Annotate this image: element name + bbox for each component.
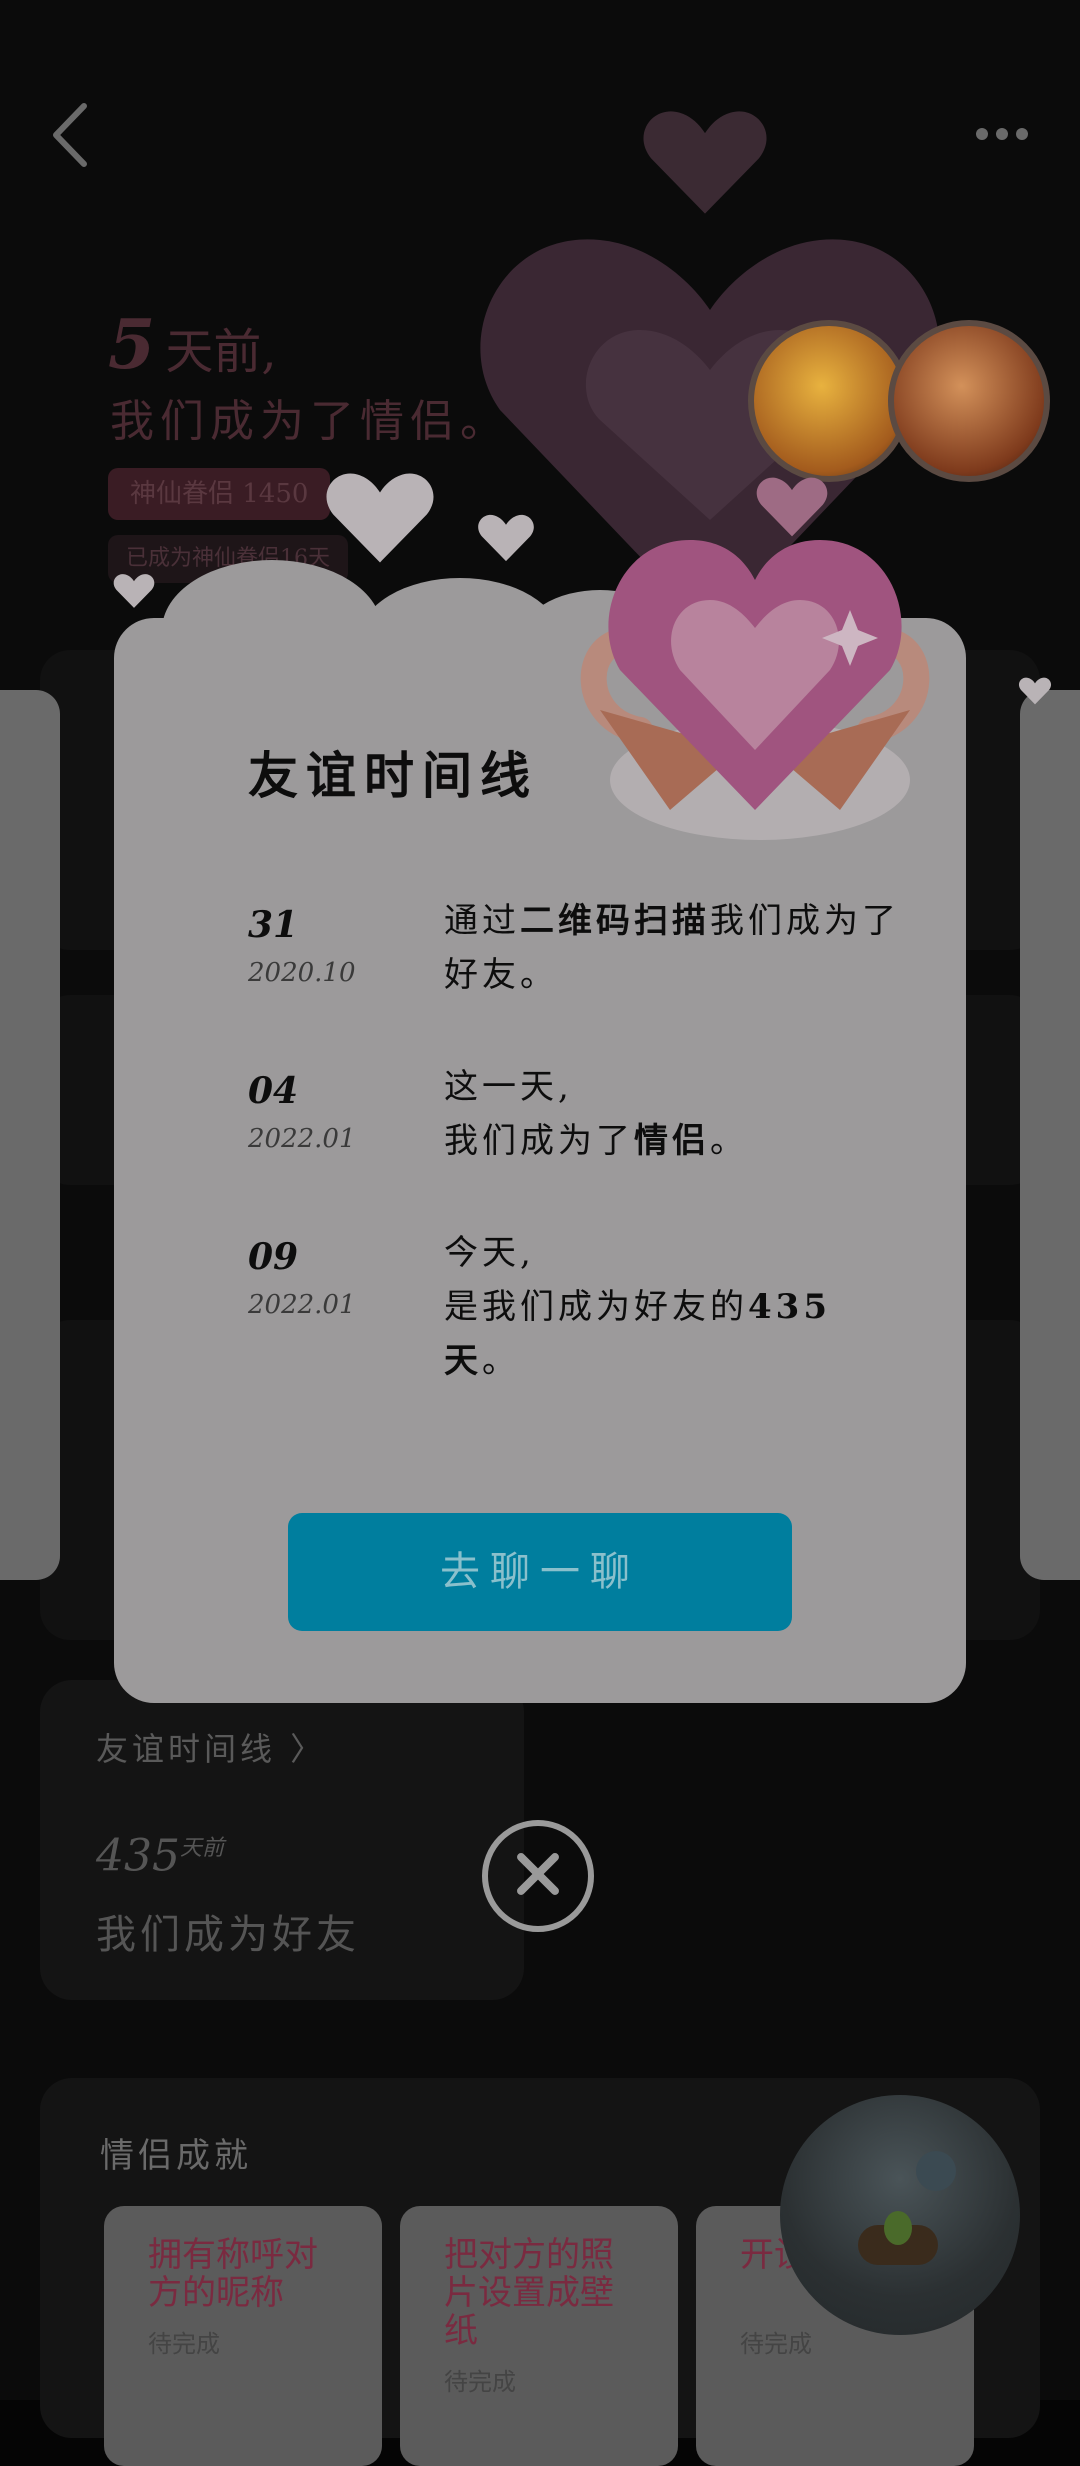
more-dots-icon[interactable] xyxy=(976,120,1040,148)
days-ago-suffix: 天前, xyxy=(165,324,277,380)
timeline-text-part: 今天, 是我们成为好友的 xyxy=(444,1233,748,1327)
side-carousel-card[interactable] xyxy=(0,690,60,1580)
couple-level-badge: 神仙眷侣 1450 xyxy=(108,468,331,520)
timeline-entry: 09 2022.01 今天, 是我们成为好友的435天。 xyxy=(248,1233,908,1381)
achievement-title: 把对方的照片设置成壁纸 xyxy=(444,2235,614,2351)
heart-icon xyxy=(326,473,434,563)
achievement-item[interactable]: 把对方的照片设置成壁纸 待完成 xyxy=(400,2206,678,2466)
friendship-days-suffix: 天前 xyxy=(179,1836,224,1861)
timeline-entry: 04 2022.01 这一天, 我们成为了情侣。 xyxy=(248,1067,908,1180)
timeline-text-part: 这一天, 我们成为了 xyxy=(444,1067,634,1161)
friendship-days-number: 435 xyxy=(96,1830,180,1882)
timeline-text: 通过二维码扫描我们成为了好友。 xyxy=(444,894,904,1002)
friendship-timeline-title[interactable]: 友谊时间线 〉 xyxy=(96,1724,326,1770)
couple-status-text: 我们成为了情侣。 xyxy=(110,396,510,447)
timeline-entry: 31 2020.10 通过二维码扫描我们成为了好友。 xyxy=(248,901,908,1014)
back-arrow-icon xyxy=(53,103,87,167)
water-drop-icon[interactable] xyxy=(916,2151,956,2191)
top-bar xyxy=(0,100,1080,170)
friendship-text: 我们成为好友 xyxy=(96,1912,360,1958)
timeline-month: 2022.01 xyxy=(248,1290,356,1320)
pet-nest-widget[interactable] xyxy=(780,2095,1020,2335)
days-ago: 5 天前, xyxy=(108,305,277,385)
timeline-text-part: 通过 xyxy=(444,901,520,941)
achievement-item[interactable]: 拥有称呼对方的昵称 待完成 xyxy=(104,2206,382,2466)
days-ago-number: 5 xyxy=(108,305,156,385)
avatar xyxy=(748,320,910,482)
back-button[interactable] xyxy=(48,100,92,170)
heart-icon xyxy=(1018,677,1052,705)
achievement-status: 待完成 xyxy=(148,2330,220,2358)
timeline-day: 04 xyxy=(248,1070,299,1112)
modal-title: 友谊时间线 xyxy=(248,746,538,805)
side-carousel-card[interactable] xyxy=(1020,690,1080,1580)
heart-icon xyxy=(478,514,534,562)
timeline-text-part: 。 xyxy=(710,1121,748,1161)
heart-icon xyxy=(113,574,155,608)
achievement-status: 待完成 xyxy=(444,2368,516,2396)
timeline-day: 31 xyxy=(248,904,299,946)
timeline-day: 09 xyxy=(248,1236,299,1278)
egg-icon xyxy=(884,2211,912,2245)
heart-trophy-icon xyxy=(580,540,930,840)
achievement-status: 待完成 xyxy=(740,2330,812,2358)
achievements-title: 情侣成就 xyxy=(100,2136,252,2176)
timeline-text-bold: 二维码扫描 xyxy=(520,901,710,941)
avatar xyxy=(888,320,1050,482)
achievement-title: 拥有称呼对方的昵称 xyxy=(148,2235,318,2313)
timeline-text-part: 。 xyxy=(482,1341,520,1381)
close-circle-icon[interactable] xyxy=(482,1820,594,1932)
timeline-month: 2020.10 xyxy=(248,958,356,988)
timeline-text-bold: 情侣 xyxy=(634,1121,710,1161)
go-chat-button[interactable]: 去聊一聊 xyxy=(288,1513,792,1631)
friendship-days-count: 435天前 xyxy=(96,1830,224,1882)
timeline-text: 今天, 是我们成为好友的435天。 xyxy=(444,1226,904,1388)
timeline-month: 2022.01 xyxy=(248,1124,356,1154)
timeline-text: 这一天, 我们成为了情侣。 xyxy=(444,1060,904,1168)
heart-icon xyxy=(643,111,767,214)
friendship-timeline-card[interactable]: 友谊时间线 〉 435天前 我们成为好友 xyxy=(40,1680,524,2000)
